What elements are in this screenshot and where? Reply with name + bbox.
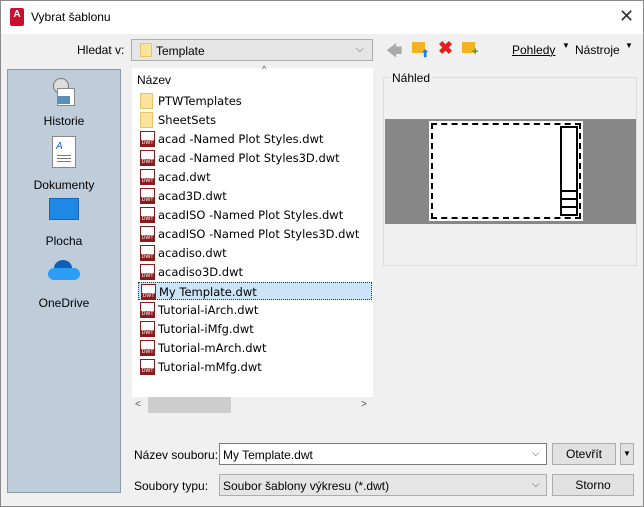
scroll-right-icon[interactable]: >: [361, 399, 367, 410]
file-list-item[interactable]: Tutorial-mMfg.dwt: [138, 358, 372, 376]
file-list-item[interactable]: My Template.dwt: [138, 282, 372, 300]
dwt-file-icon: [140, 321, 155, 337]
filetype-dropdown[interactable]: Soubor šablony výkresu (*.dwt) ⌵: [219, 474, 547, 496]
column-header-name[interactable]: Název: [137, 73, 171, 87]
dwt-file-icon: [140, 340, 155, 356]
desktop-icon: [49, 198, 79, 220]
dwt-file-icon: [140, 226, 155, 242]
up-folder-icon[interactable]: ⬆: [412, 40, 429, 60]
title-block: [560, 126, 578, 216]
file-name: acad3D.dwt: [158, 189, 227, 203]
file-name: My Template.dwt: [159, 285, 257, 299]
file-list-item[interactable]: acad -Named Plot Styles3D.dwt: [138, 149, 372, 167]
folder-icon: [140, 43, 152, 57]
filename-value: My Template.dwt: [223, 448, 313, 462]
place-label: OneDrive: [38, 296, 90, 310]
dwt-file-icon: [140, 131, 155, 147]
file-list-item[interactable]: acadISO -Named Plot Styles.dwt: [138, 206, 372, 224]
file-list-item[interactable]: PTWTemplates: [138, 92, 372, 110]
file-list-item[interactable]: acad3D.dwt: [138, 187, 372, 205]
file-name: Tutorial-iArch.dwt: [158, 303, 259, 317]
dwt-file-icon: [140, 207, 155, 223]
file-name: acad -Named Plot Styles.dwt: [158, 132, 324, 146]
history-icon: [51, 78, 77, 108]
place-history[interactable]: Historie: [8, 78, 120, 128]
dwt-file-icon: [140, 150, 155, 166]
places-bar: Historie A Dokumenty Plocha OneDrive: [7, 69, 121, 493]
drawing-sheet: [429, 121, 583, 221]
horizontal-scrollbar[interactable]: < >: [132, 397, 373, 413]
window-title: Vybrat šablonu: [31, 10, 111, 24]
file-name: acad.dwt: [158, 170, 211, 184]
file-list-item[interactable]: SheetSets: [138, 111, 372, 129]
documents-icon: A: [52, 136, 76, 168]
sort-ascending-icon: ^: [262, 64, 267, 74]
filetype-value: Soubor šablony výkresu (*.dwt): [223, 479, 390, 493]
chevron-down-icon: ⌵: [532, 479, 540, 490]
file-list-item[interactable]: acad -Named Plot Styles.dwt: [138, 130, 372, 148]
file-name: acadISO -Named Plot Styles3D.dwt: [158, 227, 360, 241]
file-name: acad -Named Plot Styles3D.dwt: [158, 151, 340, 165]
views-menu[interactable]: Pohledy: [512, 43, 555, 57]
file-name: SheetSets: [158, 113, 217, 127]
autocad-app-icon: A: [10, 8, 24, 26]
views-dropdown-arrow-icon[interactable]: ▼: [562, 41, 570, 50]
preview-image: [385, 119, 636, 224]
chevron-down-icon[interactable]: ⌵: [532, 448, 540, 459]
dwt-file-icon: [140, 264, 155, 280]
place-label: Plocha: [45, 234, 83, 248]
delete-icon[interactable]: ✖: [438, 38, 453, 59]
file-list-item[interactable]: acadiso.dwt: [138, 244, 372, 262]
dwt-file-icon: [140, 169, 155, 185]
chevron-down-icon: ⌵: [356, 44, 364, 55]
close-button[interactable]: ✕: [619, 6, 634, 27]
file-list-item[interactable]: Tutorial-iMfg.dwt: [138, 320, 372, 338]
place-documents[interactable]: A Dokumenty: [8, 136, 120, 192]
file-name: Tutorial-iMfg.dwt: [158, 322, 254, 336]
open-button[interactable]: Otevřít: [552, 443, 616, 465]
onedrive-icon: [48, 260, 80, 280]
scroll-left-icon[interactable]: <: [135, 399, 141, 410]
file-name: acadiso.dwt: [158, 246, 227, 260]
filetype-label: Soubory typu:: [134, 479, 209, 493]
back-icon[interactable]: 🡄: [386, 40, 403, 67]
filename-input[interactable]: My Template.dwt ⌵: [219, 443, 547, 465]
tools-menu[interactable]: Nástroje: [575, 43, 620, 57]
dwt-file-icon: [141, 284, 156, 300]
file-list-item[interactable]: acad.dwt: [138, 168, 372, 186]
file-name: PTWTemplates: [158, 94, 242, 108]
folder-icon: [140, 112, 153, 128]
preview-group: Náhled: [383, 71, 637, 266]
dwt-file-icon: [140, 245, 155, 261]
open-options-arrow-icon[interactable]: ▼: [620, 443, 634, 465]
place-onedrive[interactable]: OneDrive: [8, 260, 120, 310]
dwt-file-icon: [140, 302, 155, 318]
tools-dropdown-arrow-icon[interactable]: ▼: [625, 41, 633, 50]
file-name: Tutorial-mMfg.dwt: [158, 360, 262, 374]
look-in-value: Template: [156, 44, 205, 58]
place-desktop[interactable]: Plocha: [8, 198, 120, 248]
filename-label: Název souboru:: [134, 448, 219, 462]
file-list-item[interactable]: Tutorial-mArch.dwt: [138, 339, 372, 357]
file-list-item[interactable]: acadISO -Named Plot Styles3D.dwt: [138, 225, 372, 243]
file-name: acadiso3D.dwt: [158, 265, 243, 279]
cancel-button[interactable]: Storno: [552, 474, 634, 496]
file-list-item[interactable]: acadiso3D.dwt: [138, 263, 372, 281]
dwt-file-icon: [140, 188, 155, 204]
folder-icon: [140, 93, 153, 109]
place-label: Historie: [43, 114, 85, 128]
file-list[interactable]: ^ Název PTWTemplates SheetSets acad -Named…: [132, 64, 373, 413]
scrollbar-thumb[interactable]: [148, 397, 231, 413]
preview-label: Náhled: [390, 71, 433, 85]
new-folder-icon[interactable]: +: [462, 40, 479, 58]
look-in-label: Hledat v:: [77, 43, 125, 57]
look-in-dropdown[interactable]: Template ⌵: [131, 39, 373, 61]
file-list-item[interactable]: Tutorial-iArch.dwt: [138, 301, 372, 319]
place-label: Dokumenty: [33, 178, 95, 192]
file-name: Tutorial-mArch.dwt: [158, 341, 267, 355]
file-name: acadISO -Named Plot Styles.dwt: [158, 208, 344, 222]
dwt-file-icon: [140, 359, 155, 375]
